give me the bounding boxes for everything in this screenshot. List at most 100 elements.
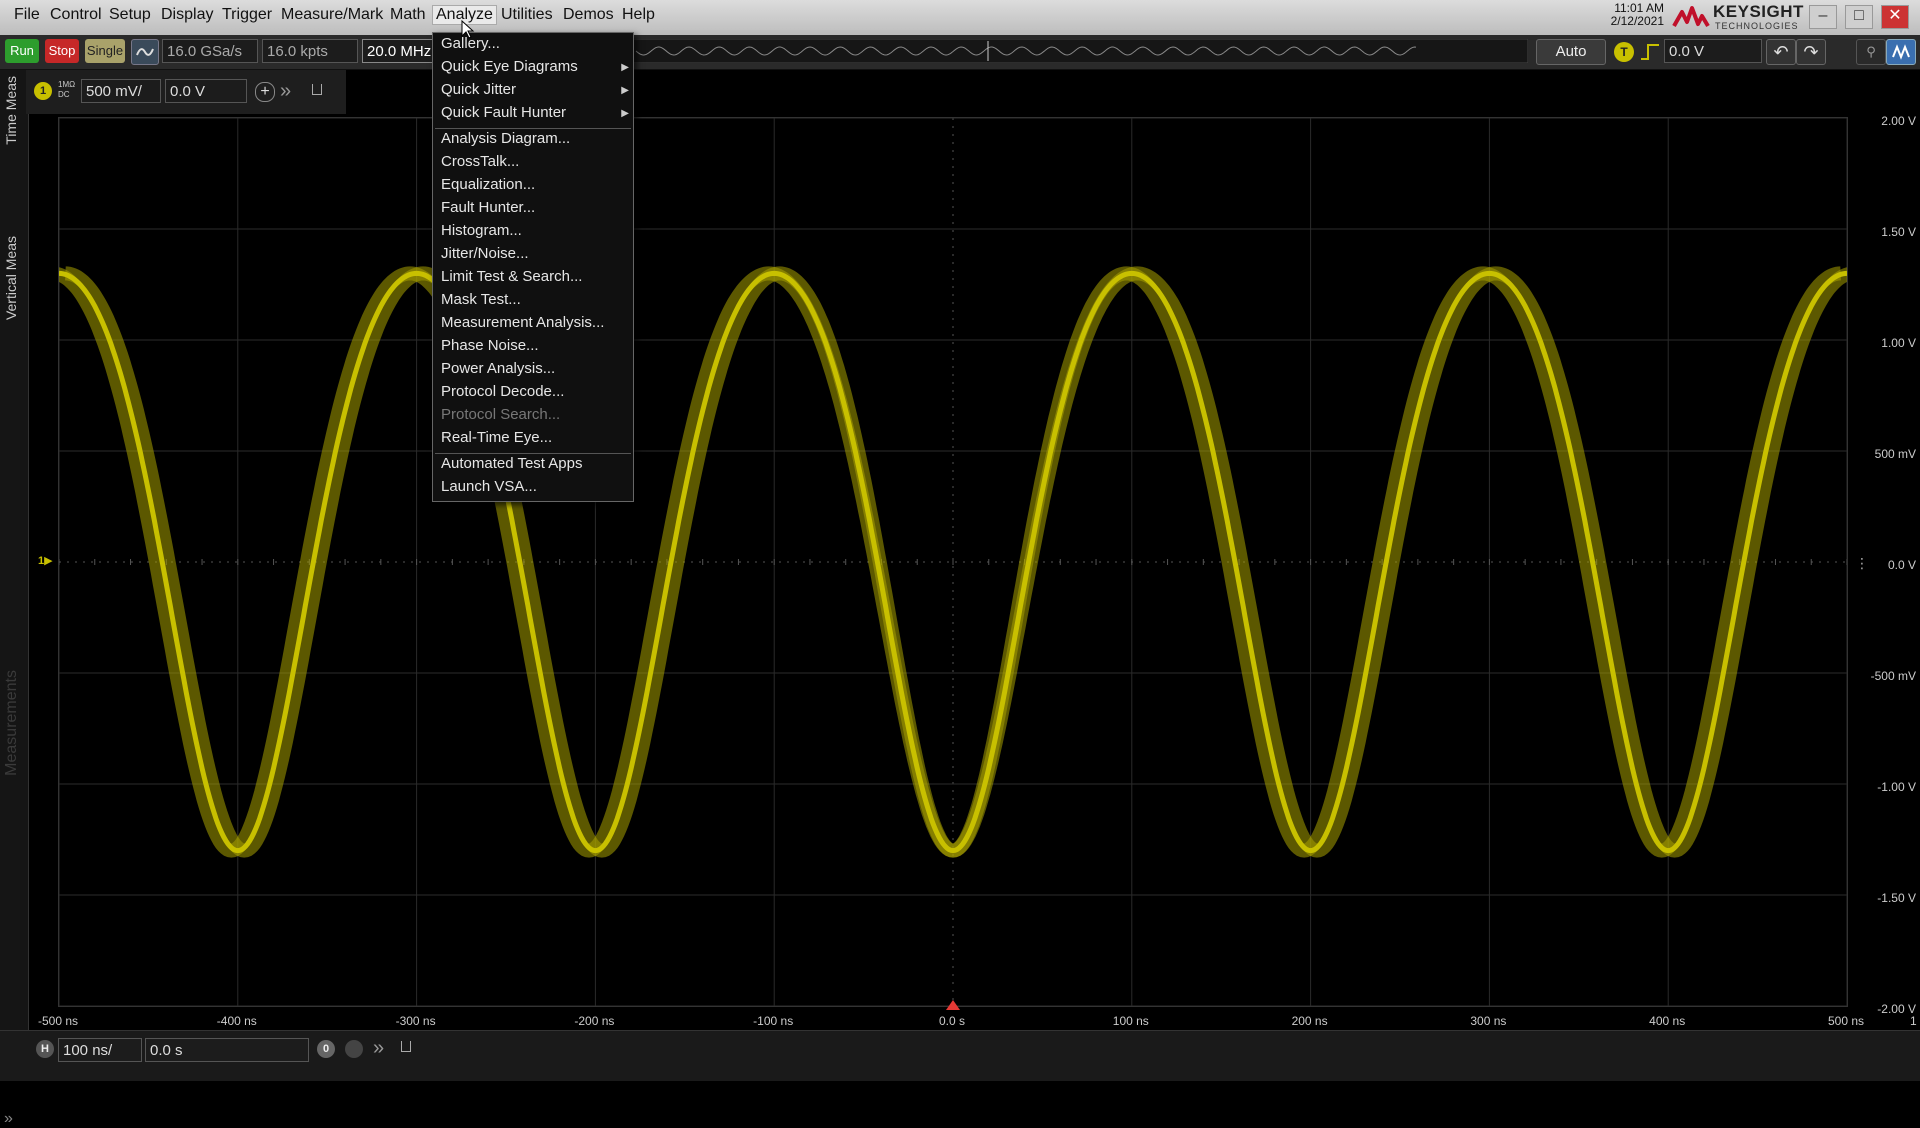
analyze-menu-item[interactable]: Measurement Analysis... <box>441 314 627 331</box>
pause-icon[interactable] <box>345 1040 363 1058</box>
more-timebase-icon[interactable]: » <box>373 1037 384 1060</box>
y-tick-label: -500 mV <box>1870 669 1916 683</box>
waveform-touch-icon <box>1892 44 1910 60</box>
submenu-arrow-icon: ▶ <box>621 62 629 73</box>
trigger-mode-button[interactable]: Auto <box>1536 39 1606 65</box>
menu-file[interactable]: File <box>14 6 40 24</box>
memory-depth-field[interactable]: 16.0 kpts <box>262 39 358 63</box>
x-tick-label: -400 ns <box>216 1014 257 1028</box>
submenu-arrow-icon: ▶ <box>621 85 629 96</box>
analyze-menu-item[interactable]: Power Analysis... <box>441 360 627 377</box>
measurements-panel-label[interactable]: Measurements <box>3 670 21 776</box>
rising-edge-icon[interactable] <box>1640 43 1660 61</box>
trigger-level-field[interactable]: 0.0 V <box>1664 39 1762 63</box>
analyze-menu-item[interactable]: Limit Test & Search... <box>441 268 627 285</box>
x-tick-label: 200 ns <box>1291 1014 1328 1028</box>
waveform-display[interactable] <box>52 117 1854 1007</box>
menu-setup[interactable]: Setup <box>109 6 151 24</box>
horizontal-badge[interactable]: H <box>36 1040 54 1058</box>
add-channel-icon[interactable]: + <box>255 82 275 102</box>
clock: 11:01 AM 2/12/2021 <box>1600 2 1664 28</box>
undo-button[interactable]: ↶ <box>1766 39 1796 65</box>
maximize-button[interactable]: □ <box>1845 5 1873 29</box>
single-button[interactable]: Single <box>85 39 125 63</box>
channel-menu-icon[interactable] <box>312 84 322 95</box>
x-axis-end-mark: 1 <box>1910 1014 1917 1028</box>
clock-date: 2/12/2021 <box>1610 14 1664 28</box>
channel-1-ground-marker[interactable]: 1▶ <box>38 554 53 567</box>
waveform-chart[interactable] <box>52 117 1854 1007</box>
close-button[interactable]: ✕ <box>1881 5 1909 29</box>
menu-math[interactable]: Math <box>390 6 426 24</box>
autoscale-icon <box>136 48 154 56</box>
menu-help[interactable]: Help <box>622 6 655 24</box>
acquisition-toolbar: Run Stop Single 16.0 GSa/s 16.0 kpts 20.… <box>0 35 1920 70</box>
analyze-menu-item[interactable]: Fault Hunter... <box>441 199 627 216</box>
analyze-menu-item[interactable]: Mask Test... <box>441 291 627 308</box>
redo-button[interactable]: ↷ <box>1796 39 1826 65</box>
zoom-button[interactable]: ⚲ <box>1856 39 1886 65</box>
analyze-menu-item[interactable]: Analysis Diagram... <box>441 130 627 147</box>
x-tick-label: 0.0 s <box>938 1014 965 1028</box>
menu-utilities[interactable]: Utilities <box>501 6 553 24</box>
tab-vertical-meas[interactable]: Vertical Meas <box>3 236 19 320</box>
menu-control[interactable]: Control <box>50 6 102 24</box>
zoom-icon: ⚲ <box>1866 44 1876 59</box>
expand-panel-icon[interactable]: » <box>4 1110 13 1128</box>
minimize-button[interactable]: – <box>1809 5 1837 29</box>
ground-marker-arrow-icon: ▶ <box>44 555 53 567</box>
channel-offset-field[interactable]: 0.0 V <box>165 79 247 103</box>
zero-position-icon[interactable]: 0 <box>317 1040 335 1058</box>
analyze-menu-item[interactable]: Protocol Decode... <box>441 383 627 400</box>
y-tick-label: 1.50 V <box>1881 225 1916 239</box>
stop-button[interactable]: Stop <box>45 39 79 63</box>
analyze-menu-item[interactable]: Quick Fault Hunter <box>441 104 627 121</box>
keysight-logo-icon <box>1672 6 1710 28</box>
more-channels-icon[interactable]: » <box>280 80 291 103</box>
y-tick-label: -1.00 V <box>1877 780 1916 794</box>
timebase-scale-field[interactable]: 100 ns/ <box>58 1038 142 1062</box>
analyze-menu-item[interactable]: Automated Test Apps <box>441 455 627 472</box>
bandwidth-field[interactable]: 20.0 MHz <box>362 39 434 63</box>
tab-time-meas[interactable]: Time Meas <box>3 76 19 145</box>
analyze-menu-item[interactable]: Quick Jitter <box>441 81 627 98</box>
touch-mode-button[interactable] <box>1886 39 1916 65</box>
analyze-menu-item[interactable]: Real-Time Eye... <box>441 429 627 446</box>
analyze-menu-item[interactable]: CrossTalk... <box>441 153 627 170</box>
analyze-menu: Gallery... Quick Eye Diagrams ▶ Quick Jitte… <box>432 32 634 502</box>
x-tick-label: -300 ns <box>395 1014 436 1028</box>
x-tick-label: -200 ns <box>574 1014 615 1028</box>
x-tick-label: 500 ns <box>1827 1014 1865 1028</box>
x-tick-label: -500 ns <box>37 1014 79 1028</box>
channel-1-controls: 1 1MΩ DC 500 mV/ 0.0 V + » <box>26 70 346 114</box>
channel-coupling[interactable]: 1MΩ DC <box>58 80 75 100</box>
brand-name: KEYSIGHT <box>1713 2 1804 21</box>
trigger-badge[interactable]: T <box>1614 42 1634 62</box>
y-tick-label: 1.00 V <box>1881 336 1916 350</box>
channel-1-badge[interactable]: 1 <box>34 82 52 100</box>
undo-icon: ↶ <box>1773 42 1789 62</box>
y-tick-label: 0.0 V <box>1887 558 1916 572</box>
y-tick-label: -1.50 V <box>1877 891 1916 905</box>
run-button[interactable]: Run <box>5 39 39 63</box>
analyze-menu-item[interactable]: Launch VSA... <box>441 478 627 495</box>
redo-icon: ↷ <box>1803 42 1819 62</box>
analyze-menu-item[interactable]: Equalization... <box>441 176 627 193</box>
menu-separator <box>435 128 631 129</box>
menu-demos[interactable]: Demos <box>563 6 614 24</box>
analyze-menu-item[interactable]: Phase Noise... <box>441 337 627 354</box>
autoscale-button[interactable] <box>131 39 159 65</box>
timebase-menu-icon[interactable] <box>401 1041 411 1052</box>
menu-trigger[interactable]: Trigger <box>222 6 272 24</box>
analyze-menu-item[interactable]: Jitter/Noise... <box>441 245 627 262</box>
analyze-menu-item[interactable]: Histogram... <box>441 222 627 239</box>
menu-display[interactable]: Display <box>161 6 213 24</box>
analyze-menu-item[interactable]: Quick Eye Diagrams <box>441 58 627 75</box>
side-tabs: Time Meas Vertical Meas Measurements » <box>0 70 29 1127</box>
menu-measure-mark[interactable]: Measure/Mark <box>281 6 383 24</box>
waveform-overview[interactable] <box>632 39 1528 63</box>
trigger-position-marker[interactable] <box>946 1000 960 1010</box>
sample-rate-field[interactable]: 16.0 GSa/s <box>162 39 258 63</box>
channel-scale-field[interactable]: 500 mV/ <box>81 79 161 103</box>
timebase-position-field[interactable]: 0.0 s <box>145 1038 309 1062</box>
